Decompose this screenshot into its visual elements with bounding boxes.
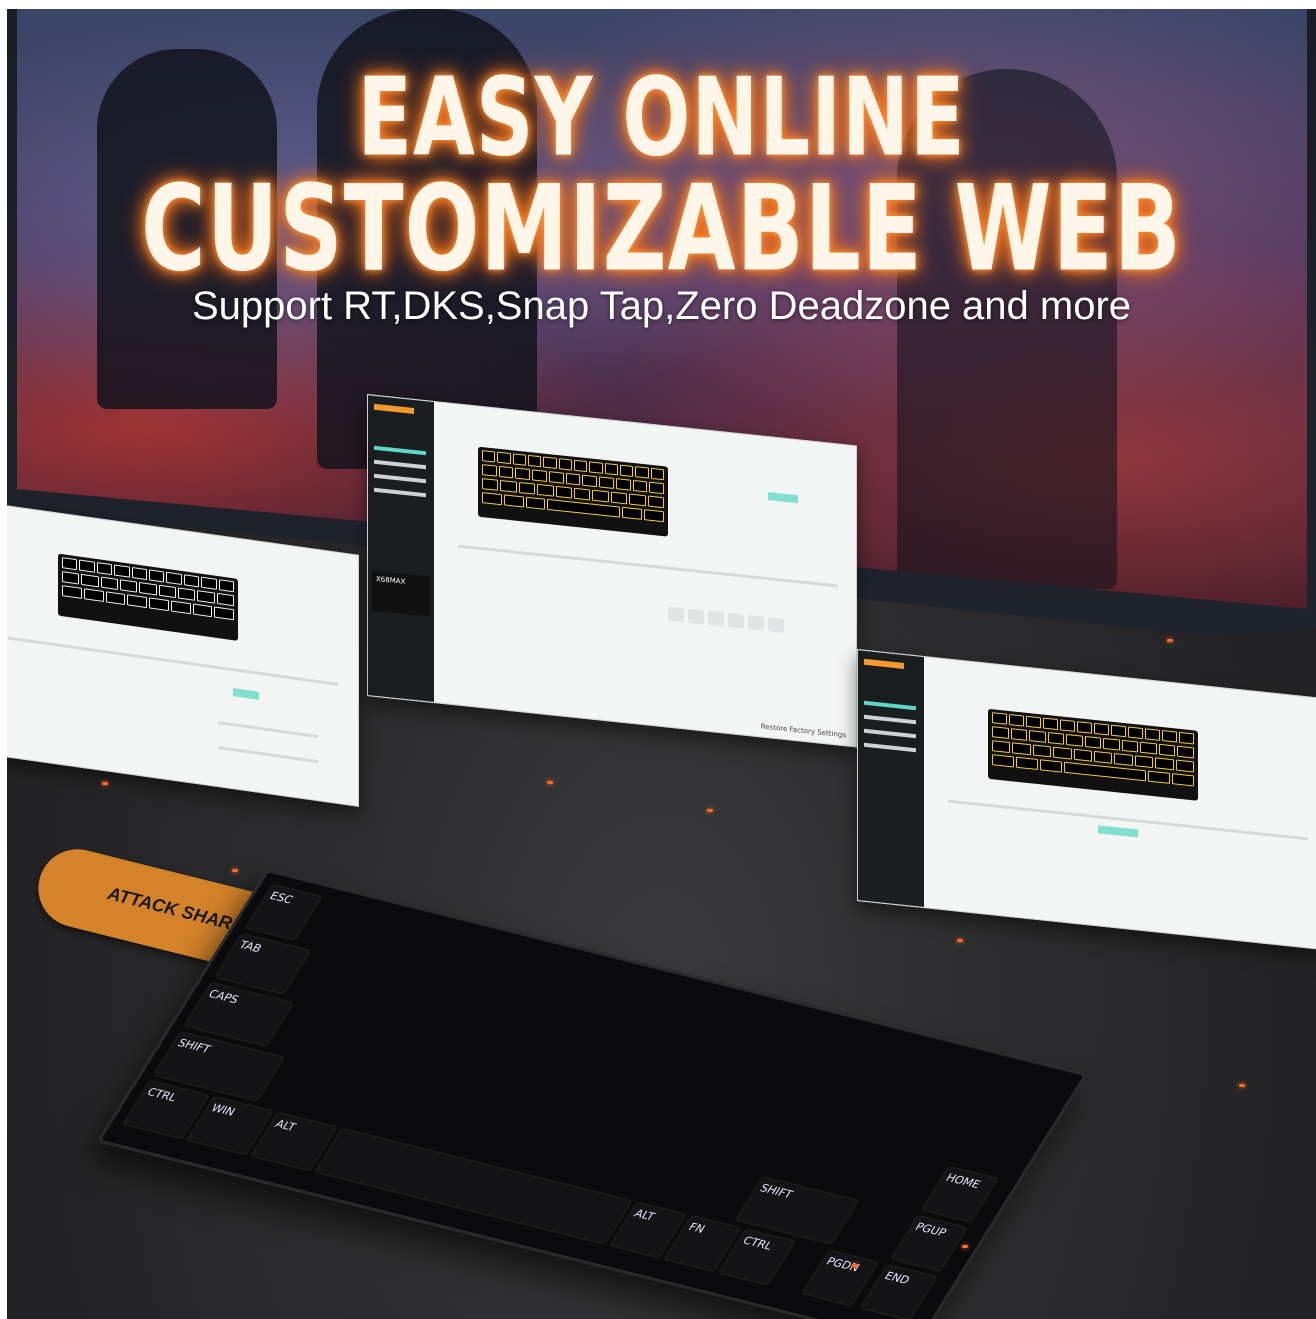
brand-logo (374, 403, 414, 414)
settings-divider (458, 544, 838, 588)
select-chip (1098, 825, 1138, 838)
mechanical-keyboard: ESC TAB CAPS HOME SHIFT SHIFT PGUP CTRL … (96, 869, 1088, 1319)
slider (218, 746, 318, 764)
software-panel-left (7, 504, 359, 807)
grid-cell (768, 617, 784, 633)
spark (852, 1264, 858, 1267)
grid-cell (728, 612, 744, 629)
grid-cell (708, 610, 724, 627)
panel-sidebar: X68MAX (368, 395, 434, 703)
spark (957, 939, 963, 942)
grid-cell (688, 608, 704, 625)
grid-cell (748, 615, 764, 631)
settings-divider (8, 636, 338, 686)
sidebar-item (374, 487, 426, 498)
panel-sidebar (858, 650, 924, 908)
device-name: X68MAX (372, 570, 430, 617)
key-pgup: PGUP (889, 1214, 969, 1272)
software-panel-center: X68MAX Restore Factory Settings (367, 394, 857, 748)
mode-chip (233, 688, 259, 700)
sidebar-item (374, 473, 426, 484)
keyboard-preview (58, 553, 238, 641)
spark (1167, 639, 1173, 642)
sidebar-item (864, 700, 916, 711)
brand-logo (864, 658, 904, 669)
key-home: HOME (920, 1165, 999, 1223)
sidebar-item (864, 742, 916, 753)
strap-brand-text: ATTACK SHARK (105, 883, 247, 937)
sidebar-item (374, 459, 426, 470)
product-photo-scene: EASY ONLINE CUSTOMIZABLE WEB Support RT,… (7, 9, 1316, 1319)
spark (707, 809, 713, 812)
restore-factory-button[interactable]: Restore Factory Settings (761, 722, 846, 739)
sidebar-item (374, 445, 426, 456)
keyboard-preview (988, 708, 1198, 801)
key-esc: ESC (244, 883, 323, 941)
sidebar-item (864, 728, 916, 739)
spark (962, 1245, 968, 1248)
spark (1239, 1084, 1245, 1087)
toggle-on (768, 492, 798, 504)
software-panel-right (857, 649, 1316, 951)
grid-cell (668, 606, 684, 623)
spark (102, 782, 108, 785)
sidebar-item (864, 714, 916, 725)
slider (218, 721, 318, 739)
spark (232, 869, 238, 872)
subtitle: Support RT,DKS,Snap Tap,Zero Deadzone an… (191, 284, 1132, 328)
keyboard-preview (478, 446, 668, 537)
headline-line-2: CUSTOMIZABLE WEB (141, 158, 1182, 299)
spark (547, 781, 553, 784)
